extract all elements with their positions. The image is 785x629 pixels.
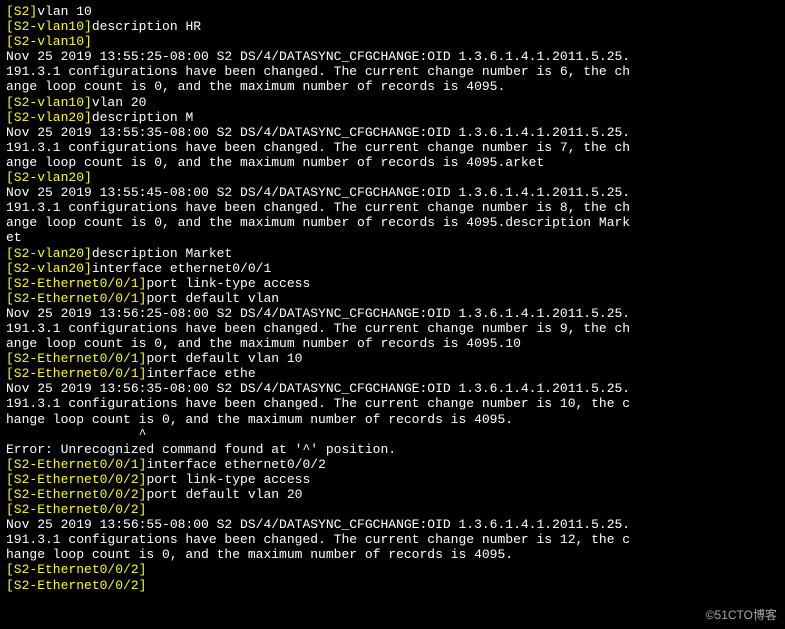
terminal-line: 191.3.1 configurations have been changed… <box>6 532 779 547</box>
terminal-line: [S2-vlan10]vlan 20 <box>6 95 779 110</box>
terminal-line: [S2-Ethernet0/0/2]port default vlan 20 <box>6 487 779 502</box>
terminal-line: [S2-Ethernet0/0/2] <box>6 562 779 577</box>
prompt-text: [S2-Ethernet0/0/1] <box>6 457 146 472</box>
output-text: 191.3.1 configurations have been changed… <box>6 64 630 79</box>
prompt-text: [S2-Ethernet0/0/1] <box>6 276 146 291</box>
terminal-line: Nov 25 2019 13:56:25-08:00 S2 DS/4/DATAS… <box>6 306 779 321</box>
terminal-output[interactable]: [S2]vlan 10[S2-vlan10]description HR[S2-… <box>0 0 785 597</box>
output-text: vlan 10 <box>37 4 92 19</box>
terminal-line: [S2-vlan20]description M <box>6 110 779 125</box>
terminal-line: [S2-vlan10]description HR <box>6 19 779 34</box>
prompt-text: [S2-vlan20] <box>6 246 92 261</box>
terminal-line: 191.3.1 configurations have been changed… <box>6 200 779 215</box>
terminal-line: ange loop count is 0, and the maximum nu… <box>6 215 779 230</box>
terminal-line: ange loop count is 0, and the maximum nu… <box>6 155 779 170</box>
terminal-line: 191.3.1 configurations have been changed… <box>6 321 779 336</box>
terminal-line: 191.3.1 configurations have been changed… <box>6 396 779 411</box>
prompt-text: [S2-Ethernet0/0/2] <box>6 487 146 502</box>
terminal-line: 191.3.1 configurations have been changed… <box>6 64 779 79</box>
prompt-text: [S2-vlan20] <box>6 110 92 125</box>
terminal-line: [S2-vlan20] <box>6 170 779 185</box>
terminal-line: Nov 25 2019 13:55:35-08:00 S2 DS/4/DATAS… <box>6 125 779 140</box>
output-text: interface ethernet0/0/1 <box>92 261 271 276</box>
terminal-line: [S2-Ethernet0/0/1]port default vlan <box>6 291 779 306</box>
terminal-line: [S2-vlan20]description Market <box>6 246 779 261</box>
prompt-text: [S2-vlan10] <box>6 34 92 49</box>
terminal-line: [S2-Ethernet0/0/1]interface ethernet0/0/… <box>6 457 779 472</box>
prompt-text: [S2-Ethernet0/0/1] <box>6 291 146 306</box>
output-text: Nov 25 2019 13:55:45-08:00 S2 DS/4/DATAS… <box>6 185 630 200</box>
output-text: hange loop count is 0, and the maximum n… <box>6 547 513 562</box>
terminal-line: hange loop count is 0, and the maximum n… <box>6 412 779 427</box>
terminal-line: Error: Unrecognized command found at '^'… <box>6 442 779 457</box>
output-text: port default vlan <box>146 291 279 306</box>
output-text: description HR <box>92 19 201 34</box>
output-text: Nov 25 2019 13:56:55-08:00 S2 DS/4/DATAS… <box>6 517 630 532</box>
output-text: 191.3.1 configurations have been changed… <box>6 532 630 547</box>
terminal-line: hange loop count is 0, and the maximum n… <box>6 547 779 562</box>
output-text: port default vlan 20 <box>146 487 302 502</box>
output-text: port link-type access <box>146 472 310 487</box>
terminal-line: [S2-Ethernet0/0/1]interface ethe <box>6 366 779 381</box>
terminal-line: Nov 25 2019 13:56:35-08:00 S2 DS/4/DATAS… <box>6 381 779 396</box>
prompt-text: [S2-vlan20] <box>6 261 92 276</box>
output-text: ^ <box>6 427 146 442</box>
output-text: interface ethe <box>146 366 255 381</box>
prompt-text: [S2-Ethernet0/0/2] <box>6 502 146 517</box>
terminal-line: [S2-Ethernet0/0/2] <box>6 578 779 593</box>
terminal-line: [S2]vlan 10 <box>6 4 779 19</box>
terminal-line: [S2-Ethernet0/0/2]port link-type access <box>6 472 779 487</box>
output-text: Nov 25 2019 13:55:25-08:00 S2 DS/4/DATAS… <box>6 49 630 64</box>
output-text: Nov 25 2019 13:56:25-08:00 S2 DS/4/DATAS… <box>6 306 630 321</box>
terminal-line: Nov 25 2019 13:55:25-08:00 S2 DS/4/DATAS… <box>6 49 779 64</box>
prompt-text: [S2-Ethernet0/0/1] <box>6 366 146 381</box>
output-text: Error: Unrecognized command found at '^'… <box>6 442 396 457</box>
terminal-line: et <box>6 230 779 245</box>
output-text: 191.3.1 configurations have been changed… <box>6 140 630 155</box>
prompt-text: [S2-Ethernet0/0/2] <box>6 562 146 577</box>
terminal-line: [S2-vlan20]interface ethernet0/0/1 <box>6 261 779 276</box>
terminal-line: ange loop count is 0, and the maximum nu… <box>6 79 779 94</box>
terminal-line: Nov 25 2019 13:55:45-08:00 S2 DS/4/DATAS… <box>6 185 779 200</box>
output-text: ange loop count is 0, and the maximum nu… <box>6 215 630 230</box>
output-text: Nov 25 2019 13:55:35-08:00 S2 DS/4/DATAS… <box>6 125 630 140</box>
output-text: hange loop count is 0, and the maximum n… <box>6 412 513 427</box>
prompt-text: [S2] <box>6 4 37 19</box>
output-text: ange loop count is 0, and the maximum nu… <box>6 155 544 170</box>
terminal-line: [S2-Ethernet0/0/1]port default vlan 10 <box>6 351 779 366</box>
terminal-line: [S2-Ethernet0/0/1]port link-type access <box>6 276 779 291</box>
output-text: description Market <box>92 246 232 261</box>
terminal-line: Nov 25 2019 13:56:55-08:00 S2 DS/4/DATAS… <box>6 517 779 532</box>
output-text: 191.3.1 configurations have been changed… <box>6 200 630 215</box>
terminal-line: ^ <box>6 427 779 442</box>
prompt-text: [S2-vlan10] <box>6 19 92 34</box>
terminal-line: 191.3.1 configurations have been changed… <box>6 140 779 155</box>
terminal-line: [S2-Ethernet0/0/2] <box>6 502 779 517</box>
prompt-text: [S2-Ethernet0/0/2] <box>6 578 146 593</box>
output-text: Nov 25 2019 13:56:35-08:00 S2 DS/4/DATAS… <box>6 381 630 396</box>
output-text: ange loop count is 0, and the maximum nu… <box>6 336 521 351</box>
output-text: ange loop count is 0, and the maximum nu… <box>6 79 505 94</box>
terminal-line: ange loop count is 0, and the maximum nu… <box>6 336 779 351</box>
output-text: 191.3.1 configurations have been changed… <box>6 396 630 411</box>
output-text: port link-type access <box>146 276 310 291</box>
output-text: interface ethernet0/0/2 <box>146 457 325 472</box>
prompt-text: [S2-vlan20] <box>6 170 92 185</box>
output-text: et <box>6 230 22 245</box>
output-text: vlan 20 <box>92 95 147 110</box>
prompt-text: [S2-vlan10] <box>6 95 92 110</box>
output-text: 191.3.1 configurations have been changed… <box>6 321 630 336</box>
prompt-text: [S2-Ethernet0/0/1] <box>6 351 146 366</box>
output-text: description M <box>92 110 193 125</box>
prompt-text: [S2-Ethernet0/0/2] <box>6 472 146 487</box>
output-text: port default vlan 10 <box>146 351 302 366</box>
terminal-line: [S2-vlan10] <box>6 34 779 49</box>
watermark: ©51CTO博客 <box>706 606 777 623</box>
